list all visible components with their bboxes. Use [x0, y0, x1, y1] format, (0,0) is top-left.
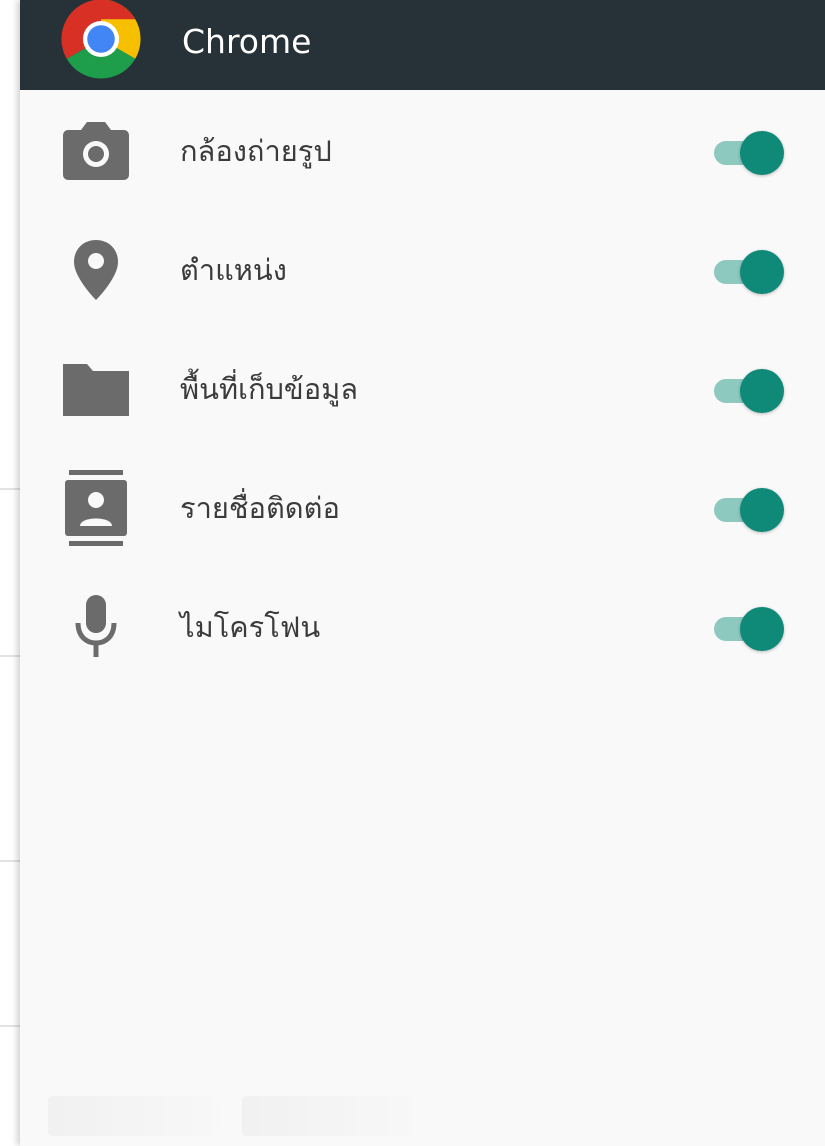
contacts-toggle[interactable]	[710, 488, 786, 532]
screen: Chrome กล้องถ่ายรูป ตำแหน่ง พื้นที่เก็บข…	[0, 0, 825, 1146]
permission-label: พื้นที่เก็บข้อมูล	[180, 372, 359, 406]
app-permissions-sheet: Chrome กล้องถ่ายรูป ตำแหน่ง พื้นที่เก็บข…	[20, 0, 825, 1146]
toggle-thumb	[740, 369, 784, 413]
faded-background-element	[242, 1096, 412, 1136]
location-toggle[interactable]	[710, 250, 786, 294]
camera-toggle[interactable]	[710, 131, 786, 175]
permission-label: ตำแหน่ง	[180, 253, 287, 287]
permission-row-camera: กล้องถ่ายรูป	[20, 95, 825, 214]
location-pin-icon	[60, 234, 132, 306]
camera-icon	[60, 115, 132, 187]
toggle-thumb	[740, 488, 784, 532]
permission-row-contacts: รายชื่อติดต่อ	[20, 452, 825, 571]
background-divider	[0, 488, 20, 490]
faded-background-element	[48, 1096, 218, 1136]
permission-row-microphone: ไมโครโฟน	[20, 571, 825, 690]
background-divider	[0, 655, 20, 657]
permission-label: ไมโครโฟน	[180, 610, 321, 644]
chrome-logo-icon	[58, 0, 144, 82]
background-page	[0, 0, 20, 1146]
app-title: Chrome	[182, 22, 312, 61]
folder-icon	[60, 353, 132, 425]
microphone-icon	[60, 591, 132, 663]
permission-row-storage: พื้นที่เก็บข้อมูล	[20, 333, 825, 452]
microphone-toggle[interactable]	[710, 607, 786, 651]
background-divider	[0, 860, 20, 862]
permission-label: กล้องถ่ายรูป	[180, 134, 332, 168]
permissions-list: กล้องถ่ายรูป ตำแหน่ง พื้นที่เก็บข้อมูล ร…	[20, 95, 825, 690]
toggle-thumb	[740, 250, 784, 294]
app-header: Chrome	[20, 0, 825, 90]
contacts-icon	[60, 470, 132, 546]
storage-toggle[interactable]	[710, 369, 786, 413]
toggle-thumb	[740, 131, 784, 175]
toggle-thumb	[740, 607, 784, 651]
permission-row-location: ตำแหน่ง	[20, 214, 825, 333]
permission-label: รายชื่อติดต่อ	[180, 491, 340, 525]
background-divider	[0, 1025, 20, 1027]
